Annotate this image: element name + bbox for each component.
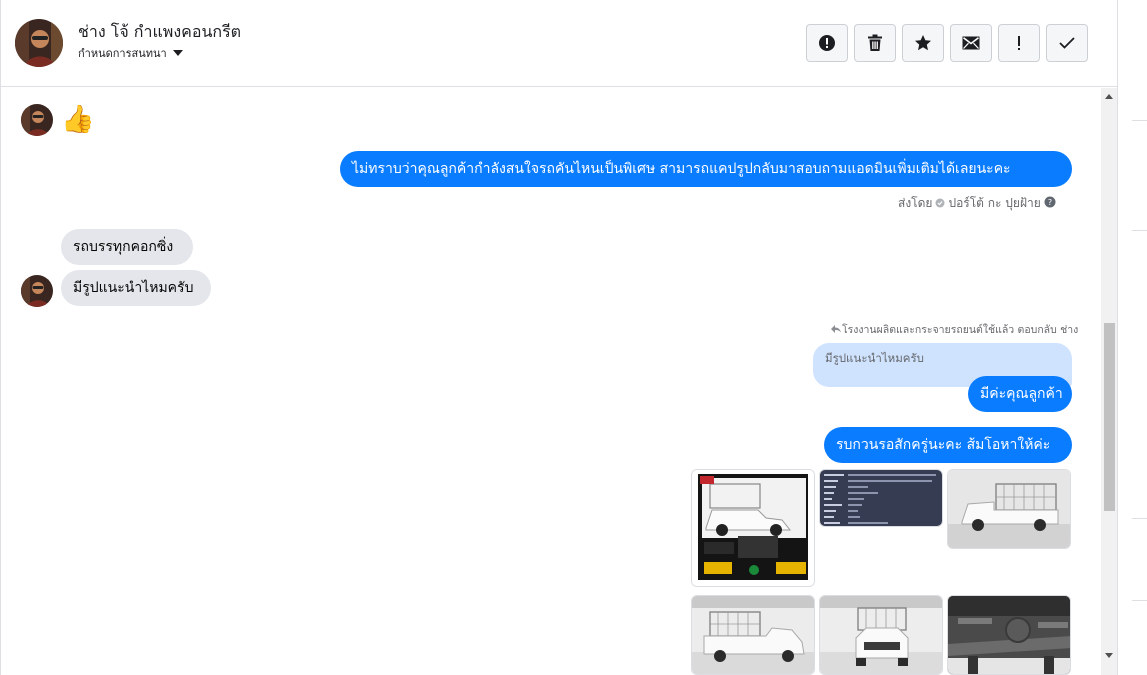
- thread-scrollbar[interactable]: [1101, 88, 1118, 675]
- envelope-icon: [962, 36, 980, 50]
- inbox-conversation-panel: ช่าง โจ้ กำแพงคอนกรีต กำหนดการสนทนา 👍 ไม…: [0, 0, 1118, 675]
- reply-context: โรงงานผลิตและกระจายรถยนต์ใช้แล้ว ตอบกลับ…: [831, 321, 1078, 338]
- star-button[interactable]: [902, 24, 944, 62]
- photo-attachment[interactable]: [691, 469, 815, 587]
- photo-attachment[interactable]: [819, 595, 943, 675]
- outgoing-message[interactable]: ไม่ทราบว่าคุณลูกค้ากำลังสนใจรถคันไหนเป็น…: [340, 151, 1072, 187]
- reply-arrow-icon: [831, 324, 841, 336]
- divider: [1132, 600, 1147, 601]
- photo-attachment[interactable]: [947, 595, 1071, 675]
- contact-avatar-small: [21, 104, 53, 136]
- contact-name[interactable]: ช่าง โจ้ กำแพงคอนกรีต: [78, 20, 241, 45]
- contact-avatar-small: [21, 275, 53, 307]
- help-icon[interactable]: ?: [1044, 196, 1056, 211]
- assign-conversation-dropdown[interactable]: กำหนดการสนทนา: [78, 44, 183, 62]
- caret-down-icon: [172, 50, 183, 56]
- exclamation-icon: [1016, 35, 1022, 51]
- delete-button[interactable]: [854, 24, 896, 62]
- mark-as-spam-button[interactable]: [806, 24, 848, 62]
- follow-up-button[interactable]: [998, 24, 1040, 62]
- divider: [1132, 230, 1147, 231]
- svg-text:?: ?: [1048, 198, 1052, 207]
- scroll-up-icon[interactable]: [1105, 94, 1113, 99]
- incoming-message[interactable]: รถบรรทุกคอกซิ่ง: [61, 229, 193, 265]
- outgoing-message[interactable]: รบกวนรอสักครู่นะคะ ส้มโอหาให้ค่ะ: [824, 427, 1072, 463]
- thumbs-up-emoji: 👍: [61, 104, 95, 135]
- outgoing-message[interactable]: มีค่ะคุณลูกค้า: [968, 376, 1072, 412]
- divider: [1132, 518, 1147, 519]
- contact-avatar[interactable]: [15, 19, 63, 67]
- mark-as-unread-button[interactable]: [950, 24, 992, 62]
- photo-attachment[interactable]: [819, 469, 943, 527]
- photo-attachment[interactable]: [947, 469, 1071, 549]
- assign-conversation-label: กำหนดการสนทนา: [78, 47, 167, 60]
- trash-icon: [867, 34, 883, 52]
- star-icon: [914, 34, 932, 52]
- message-thread[interactable]: 👍 ไม่ทราบว่าคุณลูกค้ากำลังสนใจรถคันไหนเป…: [1, 88, 1101, 675]
- conversation-header: ช่าง โจ้ กำแพงคอนกรีต กำหนดการสนทนา: [1, 0, 1118, 87]
- sent-by-info: ส่งโดย ปอร์โต้ กะ ปุยฝ้าย ?: [898, 194, 1056, 213]
- divider: [1132, 120, 1147, 121]
- scrollbar-thumb[interactable]: [1104, 323, 1115, 511]
- alert-circle-icon: [818, 34, 836, 52]
- photo-attachment[interactable]: [691, 595, 815, 675]
- scroll-down-icon[interactable]: [1105, 653, 1113, 658]
- sent-by-prefix: ส่งโดย: [898, 196, 933, 210]
- check-circle-icon: [935, 197, 945, 211]
- contact-details-panel: [1117, 0, 1147, 675]
- sent-by-name[interactable]: ปอร์โต้ กะ ปุยฝ้าย: [948, 194, 1040, 213]
- reply-label: โรงงานผลิตและกระจายรถยนต์ใช้แล้ว ตอบกลับ…: [842, 324, 1079, 336]
- incoming-message[interactable]: มีรูปแนะนำไหมครับ: [61, 270, 211, 306]
- mark-as-done-button[interactable]: [1046, 24, 1088, 62]
- checkmark-icon: [1059, 37, 1075, 49]
